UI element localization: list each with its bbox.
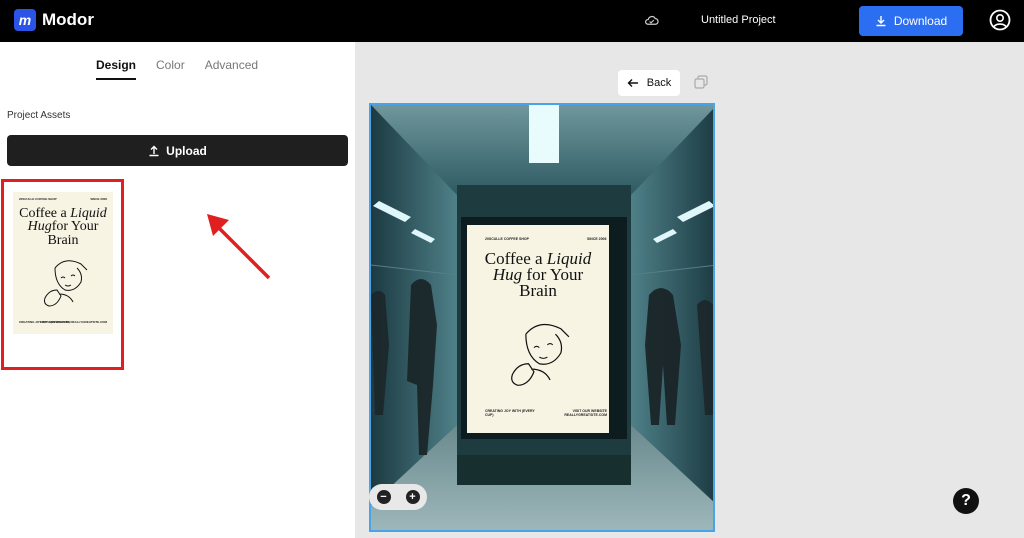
thumb-shop: 20SCULLE COFFEE SHOP xyxy=(19,197,57,201)
asset-thumbnail[interactable]: 20SCULLE COFFEE SHOP SINCE 2006 Coffee a… xyxy=(1,179,124,370)
left-panel: Design Color Advanced Project Assets Upl… xyxy=(0,42,355,538)
project-title[interactable]: Untitled Project xyxy=(701,14,776,26)
mockup-shop: 20SCULLE COFFEE SHOP xyxy=(485,237,529,241)
mockup-since: SINCE 2006 xyxy=(587,237,607,241)
back-arrow-icon xyxy=(627,79,638,87)
mockup-foot-right: VISIT OUR WEBSITE REALLYGREATSITE.COM xyxy=(564,409,607,417)
mockup-headline: Coffee a Liquid Hug for Your Brain xyxy=(484,249,592,301)
tab-color[interactable]: Color xyxy=(156,58,185,80)
download-icon xyxy=(876,16,886,27)
thumb-foot-right: VISIT OUR WEBSITE REALLYGREATSITE.COM xyxy=(40,320,107,324)
help-icon[interactable]: ? xyxy=(953,488,979,514)
brand-name: Modor xyxy=(42,10,94,29)
zoom-controls: − + xyxy=(369,484,427,510)
zoom-in-icon[interactable]: + xyxy=(405,490,420,504)
mockup-preview[interactable]: 20SCULLE COFFEE SHOP SINCE 2006 Coffee a… xyxy=(369,103,715,532)
upload-button[interactable]: Upload xyxy=(7,135,348,166)
thumb-since: SINCE 2006 xyxy=(90,197,107,201)
thumb-illustration xyxy=(44,260,88,307)
brand-logo-icon: m xyxy=(14,9,36,31)
canvas-area: Back 20SCULLE COFFEE SHOP SINCE 2006 Cof… xyxy=(355,42,1024,538)
panel-tabs: Design Color Advanced xyxy=(96,58,258,80)
mockup-foot-left: CREATING JOY WITH (EVERY CUP) xyxy=(485,409,535,417)
upload-icon xyxy=(149,145,159,156)
cloud-icon[interactable] xyxy=(644,13,659,28)
copy-icon[interactable] xyxy=(694,75,708,89)
tab-design[interactable]: Design xyxy=(96,58,137,80)
tab-advanced[interactable]: Advanced xyxy=(205,58,258,80)
top-bar: m Modor Untitled Project Download xyxy=(0,0,1024,42)
back-label: Back xyxy=(646,77,672,89)
red-arrow-annotation xyxy=(207,214,271,280)
zoom-out-icon[interactable]: − xyxy=(376,490,391,504)
mockup-illustration xyxy=(511,323,570,386)
download-label: Download xyxy=(893,14,948,28)
back-button[interactable]: Back xyxy=(618,70,680,96)
project-assets-label: Project Assets xyxy=(7,110,71,121)
upload-label: Upload xyxy=(166,143,207,158)
download-button[interactable]: Download xyxy=(859,6,963,36)
thumb-headline: Coffee a Liquid Hugfor Your Brain xyxy=(19,206,107,248)
brand[interactable]: m Modor xyxy=(14,9,94,31)
account-icon[interactable] xyxy=(989,9,1011,31)
thumbnail-poster: 20SCULLE COFFEE SHOP SINCE 2006 Coffee a… xyxy=(13,192,113,334)
